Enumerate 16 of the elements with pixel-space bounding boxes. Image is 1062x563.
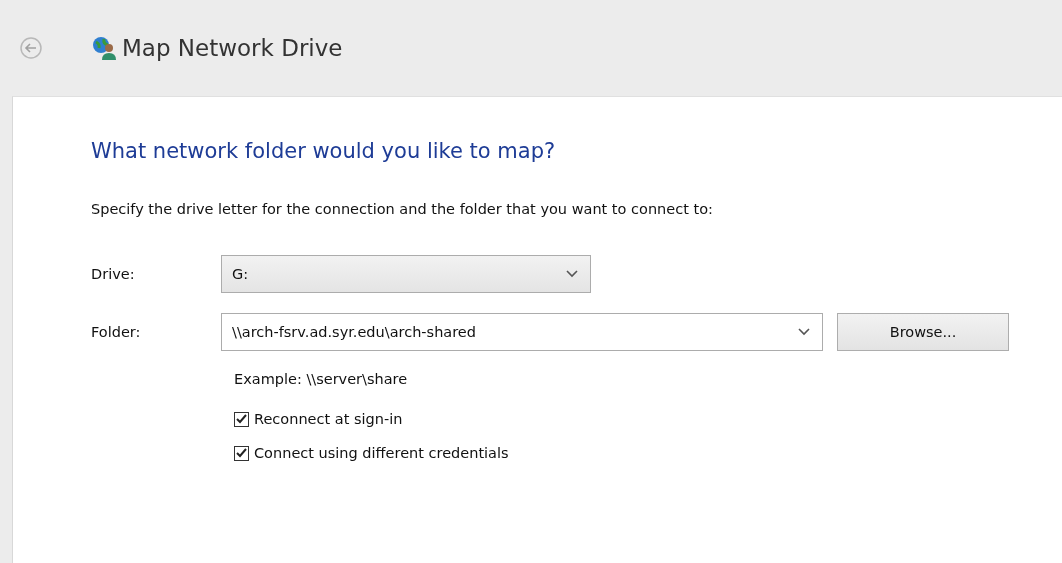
chevron-down-icon <box>566 270 578 278</box>
drive-dropdown[interactable]: G: <box>221 255 591 293</box>
page-heading: What network folder would you like to map? <box>91 139 557 163</box>
network-user-icon <box>92 36 116 60</box>
checkbox[interactable] <box>234 445 249 461</box>
window-title: Map Network Drive <box>122 35 343 61</box>
checkbox[interactable] <box>234 411 249 427</box>
chevron-down-icon <box>798 328 810 336</box>
folder-label: Folder: <box>91 324 142 340</box>
folder-combobox[interactable]: \\arch-fsrv.ad.syr.edu\arch-shared <box>221 313 823 351</box>
drive-label: Drive: <box>91 266 136 282</box>
browse-button[interactable]: Browse... <box>837 313 1009 351</box>
example-text: Example: \\server\share <box>234 371 409 387</box>
instruction-text: Specify the drive letter for the connection and the folder that you want to connect to: <box>91 201 714 217</box>
checkbox-label: Reconnect at sign-in <box>254 411 403 427</box>
checkbox-label: Connect using different credentials <box>254 445 509 461</box>
